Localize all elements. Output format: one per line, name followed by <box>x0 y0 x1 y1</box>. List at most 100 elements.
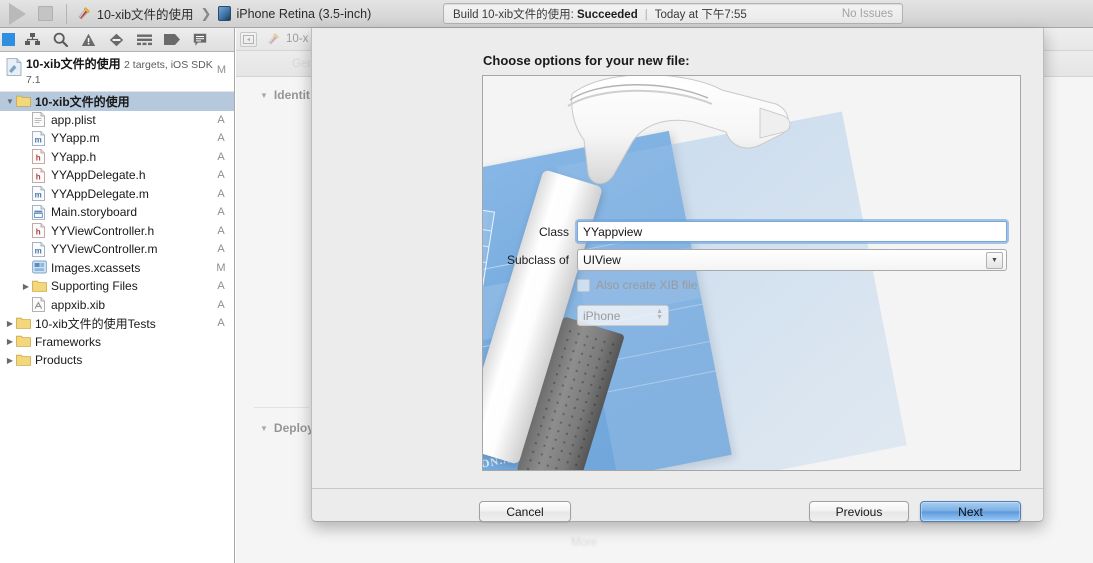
jump-bar-path[interactable]: 10-x <box>267 32 308 47</box>
stop-button[interactable] <box>30 3 60 25</box>
file-tree-row[interactable]: h YYViewController.h A <box>0 222 234 241</box>
file-scm-status: A <box>217 243 225 256</box>
xcode-window: 10-xib文件的使用 ❯ iPhone Retina (3.5-inch) B… <box>0 0 1093 563</box>
file-tree-row[interactable]: h YYapp.h A <box>0 148 234 167</box>
subclass-value: UIView <box>583 253 621 267</box>
m-file-icon: m <box>32 186 47 202</box>
destination-name[interactable]: iPhone Retina (3.5-inch) <box>236 7 371 21</box>
file-tree-row[interactable]: ▶ 10-xib文件的使用Tests A <box>0 314 234 333</box>
status-issues: No Issues <box>841 7 893 20</box>
stepper-arrows-icon[interactable]: ▲ ▼ <box>656 308 663 321</box>
file-tree-row[interactable]: ▼ 10-xib文件的使用 <box>0 92 234 111</box>
chevron-down-icon[interactable]: ▼ <box>986 252 1003 269</box>
navigator-pane: 10-xib文件的使用 2 targets, iOS SDK 7.1 M ▼ 10… <box>0 28 235 563</box>
class-input[interactable]: YYappview <box>577 221 1007 242</box>
file-tree-row[interactable]: h YYAppDelegate.h A <box>0 166 234 185</box>
file-tree-row-label: Products <box>35 353 83 368</box>
xcode-project-icon <box>77 6 92 21</box>
folder-icon <box>16 334 31 349</box>
navigator-tab-issue[interactable] <box>74 28 102 51</box>
cancel-button[interactable]: Cancel <box>479 501 571 522</box>
h-file-icon: h <box>32 149 47 165</box>
status-message: Build 10-xib文件的使用: Succeeded | Today at 下午… <box>453 8 747 21</box>
file-tree-row-label: YYViewController.h <box>51 223 155 238</box>
file-tree-row-label: appxib.xib <box>51 297 106 312</box>
navigator-tab-symbol[interactable] <box>18 28 46 51</box>
ghost-more-label: More <box>571 537 598 549</box>
file-tree-row[interactable]: m YYAppDelegate.m A <box>0 185 234 204</box>
xcode-project-file-icon <box>6 58 22 76</box>
xib-file-icon <box>32 297 47 313</box>
also-create-xib-checkbox[interactable]: Also create XIB file <box>577 278 697 292</box>
device-popup-row: iPhone ▲ ▼ <box>577 305 669 326</box>
file-tree-row[interactable]: Images.xcassets M <box>0 259 234 278</box>
file-scm-status: A <box>217 298 225 311</box>
class-field-row: Class YYappview <box>483 221 1007 242</box>
navigator-tab-project[interactable] <box>2 28 18 51</box>
disclosure-closed-icon[interactable]: ▶ <box>4 356 16 365</box>
file-scm-status: A <box>217 132 225 145</box>
file-scm-status: A <box>217 113 225 126</box>
navigator-tab-report[interactable] <box>186 28 214 51</box>
file-tree-row-label: YYAppDelegate.h <box>51 168 146 183</box>
file-tree-row-label: 10-xib文件的使用 <box>35 94 130 109</box>
file-tree-row[interactable]: ▶ Frameworks <box>0 333 234 352</box>
navigator-tab-test[interactable] <box>102 28 130 51</box>
device-popup-value: iPhone <box>583 308 621 323</box>
file-scm-status: A <box>217 169 225 182</box>
sheet-content-panel: Current Guide of Music are several parts… <box>482 75 1021 471</box>
file-tree-row[interactable]: ▶ Supporting Files A <box>0 277 234 296</box>
file-scm-status: A <box>217 150 225 163</box>
device-popup-button[interactable]: iPhone ▲ ▼ <box>577 305 669 326</box>
project-header-row[interactable]: 10-xib文件的使用 2 targets, iOS SDK 7.1 M <box>0 52 234 92</box>
status-bar[interactable]: Build 10-xib文件的使用: Succeeded | Today at 下午… <box>443 3 903 24</box>
scheme-name[interactable]: 10-xib文件的使用 <box>97 4 194 23</box>
twisty-icon: ▼ <box>260 90 268 100</box>
file-tree-row[interactable]: app.plist A <box>0 111 234 130</box>
scheme-breadcrumb: 10-xib文件的使用 ❯ iPhone Retina (3.5-inch) <box>73 4 371 23</box>
previous-button[interactable]: Previous <box>809 501 909 522</box>
file-tree-row[interactable]: Main.storyboard A <box>0 203 234 222</box>
file-scm-status: M <box>216 261 226 274</box>
navigator-tab-find[interactable] <box>46 28 74 51</box>
checkbox-xib-icon[interactable] <box>577 278 590 292</box>
stop-square-icon <box>37 6 53 21</box>
subclass-label: Subclass of <box>506 253 569 267</box>
file-scm-status: A <box>217 206 225 219</box>
section-deployment-info[interactable]: ▼ Deploy <box>260 421 314 435</box>
also-create-xib-label: Also create XIB file <box>596 278 698 292</box>
navigator-tab-bar <box>0 28 234 52</box>
project-file-tree: ▼ 10-xib文件的使用 app.plist Am YYapp.m Ah YYapp.h A… <box>0 92 234 370</box>
file-tree-row[interactable]: m YYapp.m A <box>0 129 234 148</box>
file-tree-row-label: YYViewController.m <box>51 242 158 257</box>
section-deployment-label: Deploy <box>273 421 314 435</box>
navigator-tab-debug[interactable] <box>130 28 158 51</box>
next-button[interactable]: Next <box>920 501 1021 522</box>
file-tree-row[interactable]: appxib.xib A <box>0 296 234 315</box>
sheet-footer-divider <box>312 488 1045 489</box>
folder-icon <box>16 353 31 368</box>
file-scm-status: A <box>217 187 225 200</box>
disclosure-closed-icon[interactable]: ▶ <box>4 337 16 346</box>
subclass-combobox[interactable]: UIView ▼ <box>577 249 1007 271</box>
svg-text:m: m <box>35 191 42 200</box>
navigator-tab-breakpoint[interactable] <box>158 28 186 51</box>
folder-icon <box>16 316 31 331</box>
file-tree-row-label: YYAppDelegate.m <box>51 186 149 201</box>
disclosure-closed-icon[interactable]: ▶ <box>4 319 16 328</box>
disclosure-closed-icon[interactable]: ▶ <box>20 282 32 291</box>
file-tree-row-label: Main.storyboard <box>51 205 138 220</box>
file-tree-row-label: YYapp.h <box>51 149 97 164</box>
ios-simulator-icon <box>218 6 232 21</box>
file-tree-row[interactable]: m YYViewController.m A <box>0 240 234 259</box>
section-identity-label: Identit <box>273 88 310 102</box>
file-scm-status: A <box>217 224 225 237</box>
file-scm-status: A <box>217 317 225 330</box>
section-identity[interactable]: ▼ Identit <box>260 88 310 102</box>
new-file-form: Class YYappview Subclass of UIView ▼ Als… <box>483 76 1020 470</box>
disclosure-open-icon[interactable]: ▼ <box>4 97 16 106</box>
related-items-icon[interactable] <box>240 31 257 47</box>
breadcrumb-chevron-icon: ❯ <box>200 5 212 21</box>
run-button[interactable] <box>4 2 30 25</box>
file-tree-row[interactable]: ▶ Products <box>0 351 234 370</box>
